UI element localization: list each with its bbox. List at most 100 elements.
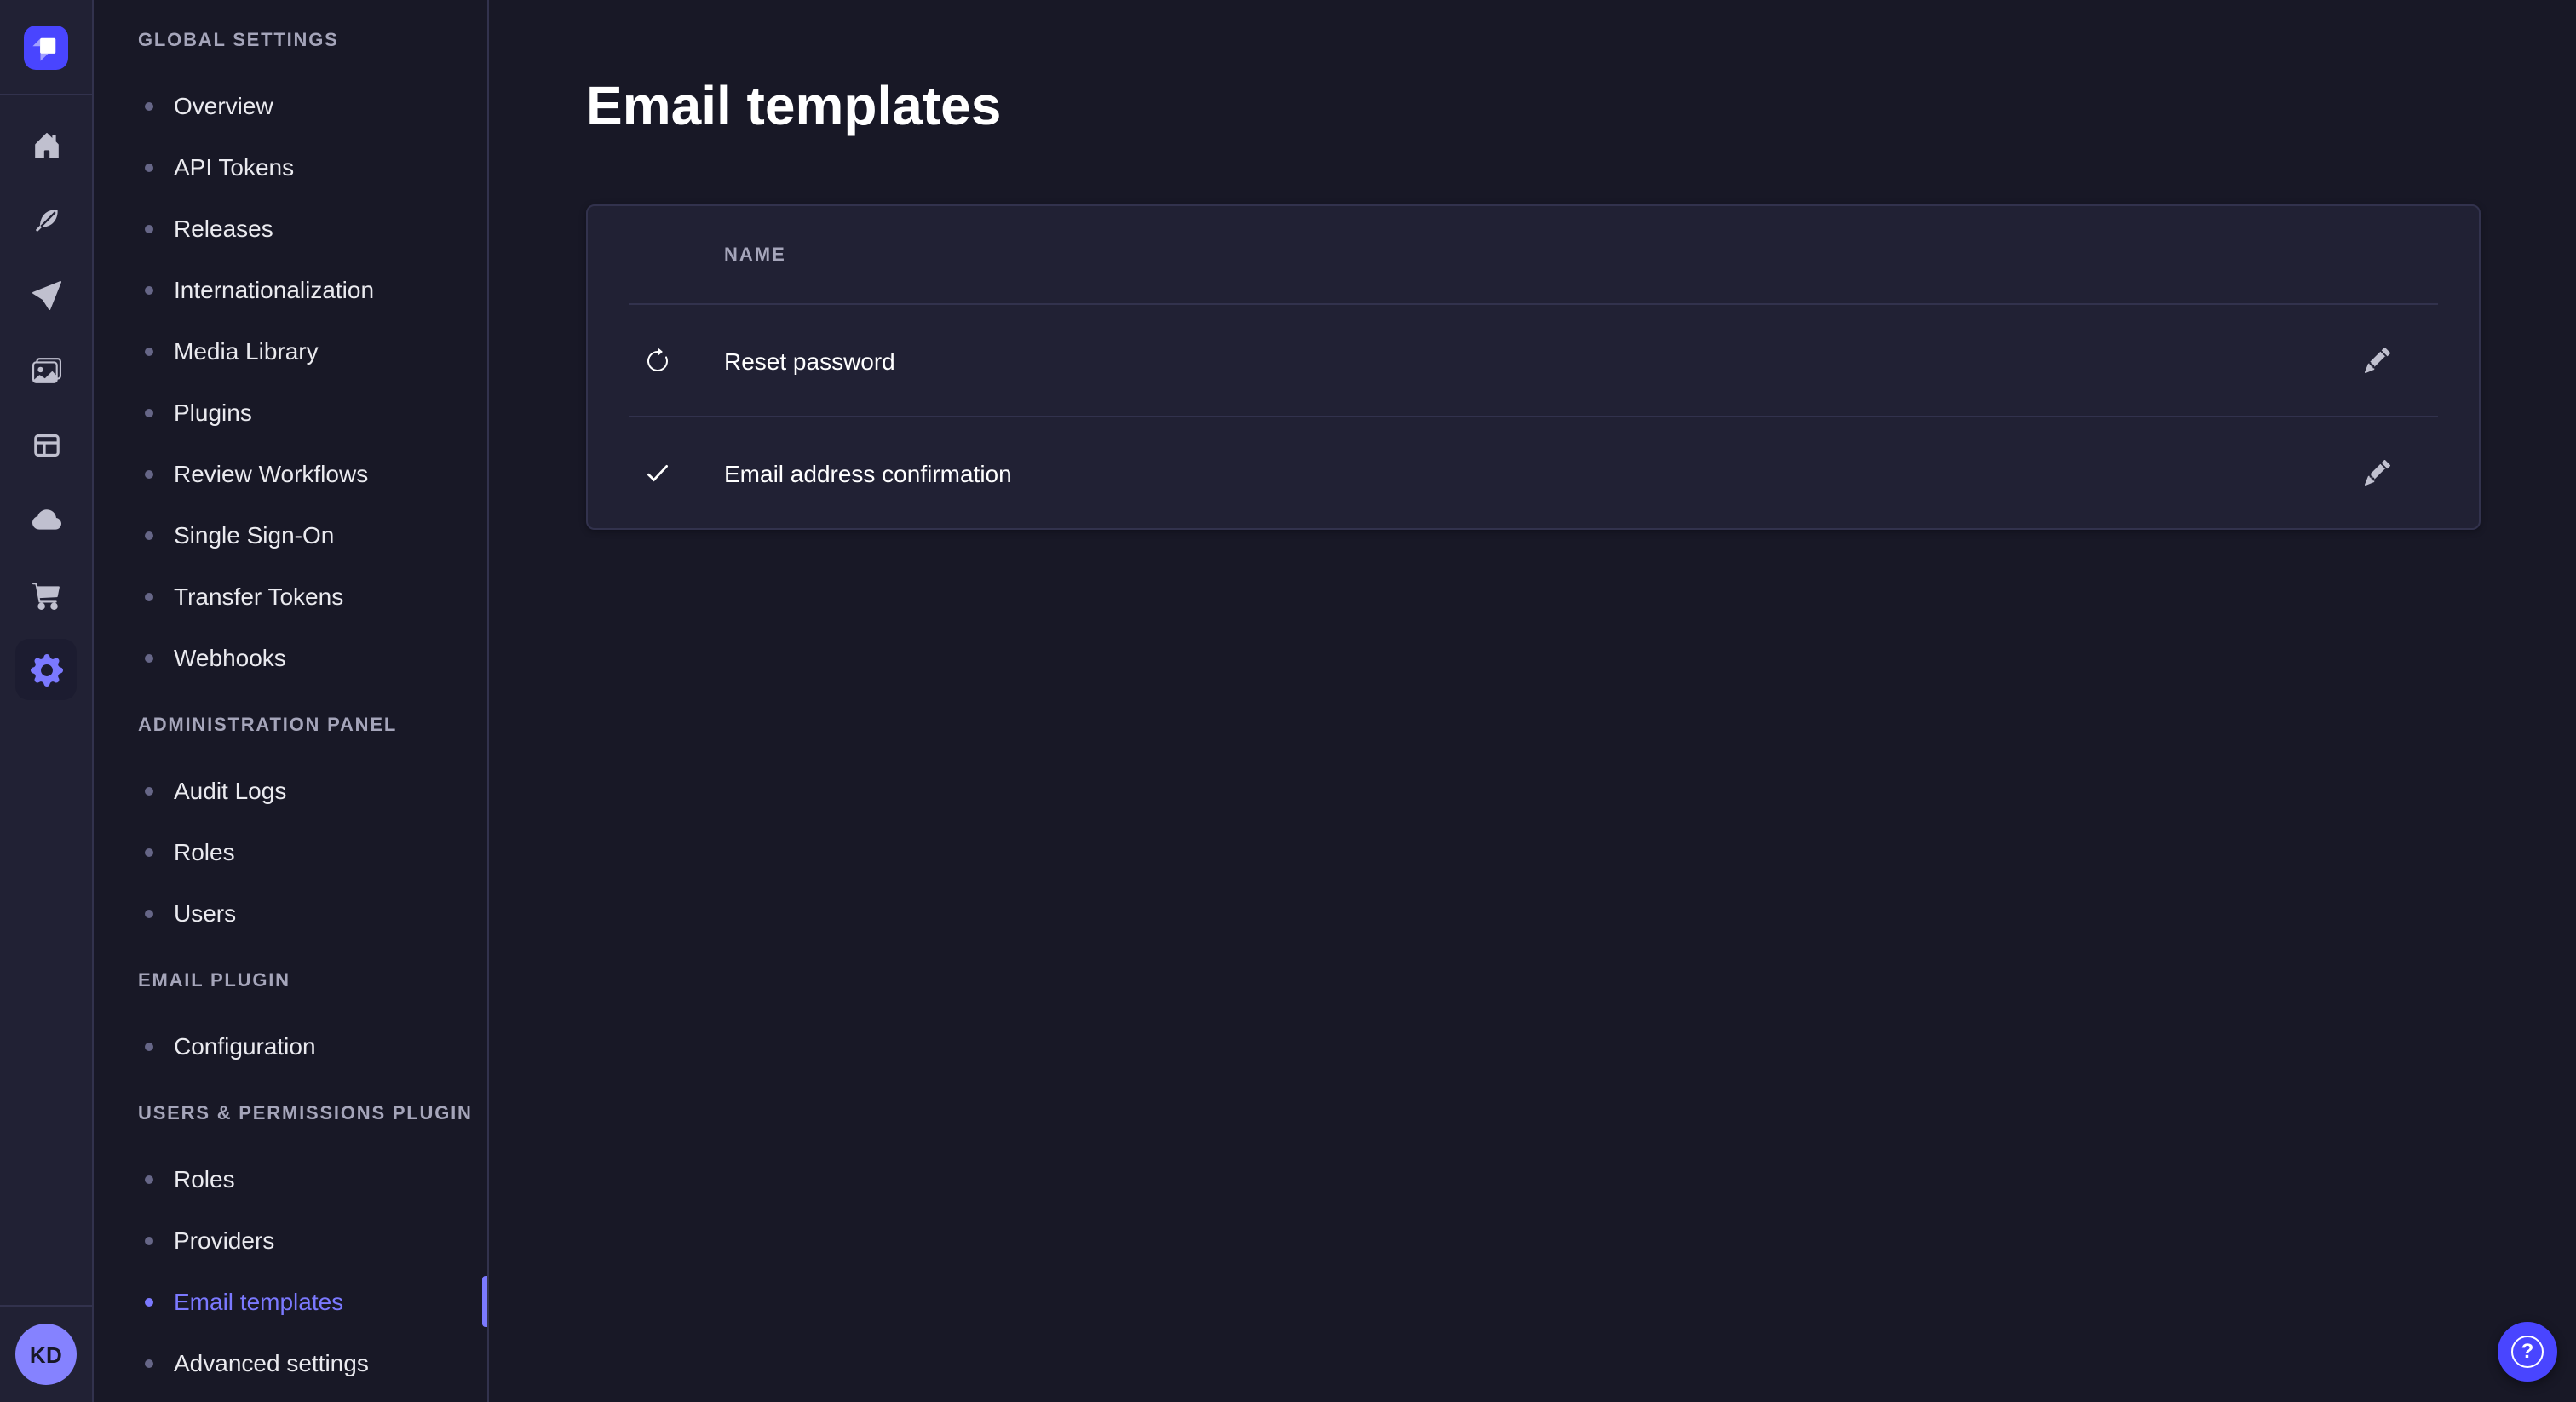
subnav-item-label: Releases bbox=[174, 215, 273, 242]
edit-template-button[interactable] bbox=[2349, 333, 2404, 388]
user-avatar[interactable]: KD bbox=[15, 1324, 77, 1385]
subnav-item-label: Plugins bbox=[174, 399, 252, 426]
pencil-icon bbox=[2364, 348, 2389, 373]
bullet-icon bbox=[145, 848, 153, 856]
subnav-item-media-library[interactable]: Media Library bbox=[94, 320, 487, 382]
subnav-item-users[interactable]: Users bbox=[94, 882, 487, 944]
bullet-icon bbox=[145, 285, 153, 294]
bullet-icon bbox=[145, 224, 153, 233]
subnav-item-label: Roles bbox=[174, 838, 235, 865]
subnav-section-title: GLOBAL SETTINGS bbox=[94, 7, 487, 75]
nav-deployments-button[interactable] bbox=[15, 489, 77, 550]
layout-icon bbox=[32, 430, 60, 459]
subnav-item-label: Transfer Tokens bbox=[174, 583, 343, 610]
email-templates-table: NAME Reset password Email address confirm… bbox=[586, 204, 2481, 530]
table-header-row: NAME bbox=[588, 206, 2479, 303]
nav-media-library-button[interactable] bbox=[15, 339, 77, 400]
bullet-icon bbox=[145, 1297, 153, 1306]
subnav-item-label: Users bbox=[174, 899, 236, 927]
subnav-section-title: EMAIL PLUGIN bbox=[94, 947, 487, 1015]
subnav-item-providers[interactable]: Providers bbox=[94, 1210, 487, 1271]
settings-subnav: GLOBAL SETTINGS Overview API Tokens Release… bbox=[94, 0, 489, 1402]
nav-home-button[interactable] bbox=[15, 114, 77, 175]
table-row[interactable]: Email address confirmation bbox=[588, 417, 2479, 528]
pictures-icon bbox=[32, 355, 60, 384]
subnav-section: GLOBAL SETTINGS Overview API Tokens Release… bbox=[94, 7, 487, 688]
subnav-item-email-templates[interactable]: Email templates bbox=[94, 1271, 487, 1332]
template-name: Reset password bbox=[724, 347, 2349, 374]
subnav-item-label: Providers bbox=[174, 1227, 274, 1254]
question-mark-icon: ? bbox=[2511, 1336, 2544, 1368]
subnav-item-label: Media Library bbox=[174, 337, 319, 365]
subnav-item-roles[interactable]: Roles bbox=[94, 1148, 487, 1210]
strapi-admin-app: KD GLOBAL SETTINGS Overview API Tokens Rele… bbox=[0, 0, 2576, 1402]
subnav-item-configuration[interactable]: Configuration bbox=[94, 1015, 487, 1077]
column-header-name: NAME bbox=[724, 244, 786, 265]
rail-icon-nav bbox=[0, 95, 92, 714]
subnav-item-audit-logs[interactable]: Audit Logs bbox=[94, 760, 487, 821]
subnav-item-label: Configuration bbox=[174, 1032, 316, 1060]
subnav-section-title: USERS & PERMISSIONS PLUGIN bbox=[94, 1080, 487, 1148]
bullet-icon bbox=[145, 101, 153, 110]
subnav-section-title: ADMINISTRATION PANEL bbox=[94, 692, 487, 760]
bullet-icon bbox=[145, 786, 153, 795]
subnav-item-roles[interactable]: Roles bbox=[94, 821, 487, 882]
subnav-item-label: Single Sign-On bbox=[174, 521, 334, 549]
subnav-item-label: Webhooks bbox=[174, 644, 286, 671]
subnav-item-label: Audit Logs bbox=[174, 777, 286, 804]
page-title: Email templates bbox=[586, 72, 2576, 140]
rail-footer: KD bbox=[0, 1305, 92, 1402]
subnav-item-label: Email templates bbox=[174, 1288, 343, 1315]
subnav-item-internationalization[interactable]: Internationalization bbox=[94, 259, 487, 320]
subnav-item-label: Overview bbox=[174, 92, 273, 119]
subnav-item-transfer-tokens[interactable]: Transfer Tokens bbox=[94, 566, 487, 627]
subnav-item-label: API Tokens bbox=[174, 153, 294, 181]
bullet-icon bbox=[145, 1042, 153, 1050]
bullet-icon bbox=[145, 163, 153, 171]
nav-content-type-builder-button[interactable] bbox=[15, 189, 77, 250]
arrow-clockwise-icon bbox=[643, 347, 670, 374]
strapi-logo-icon bbox=[24, 25, 68, 69]
subnav-item-overview[interactable]: Overview bbox=[94, 75, 487, 136]
subnav-item-webhooks[interactable]: Webhooks bbox=[94, 627, 487, 688]
table-row[interactable]: Reset password bbox=[588, 305, 2479, 416]
subnav-item-api-tokens[interactable]: API Tokens bbox=[94, 136, 487, 198]
nav-settings-button[interactable] bbox=[15, 639, 77, 700]
feather-icon bbox=[32, 205, 60, 234]
nav-content-manager-button[interactable] bbox=[15, 414, 77, 475]
bullet-icon bbox=[145, 531, 153, 539]
help-button[interactable]: ? bbox=[2498, 1322, 2557, 1382]
check-icon bbox=[643, 459, 670, 486]
workspace-button[interactable] bbox=[0, 0, 92, 95]
bullet-icon bbox=[145, 408, 153, 417]
bullet-icon bbox=[145, 469, 153, 478]
template-name: Email address confirmation bbox=[724, 459, 2349, 486]
edit-template-button[interactable] bbox=[2349, 445, 2404, 500]
bullet-icon bbox=[145, 1359, 153, 1367]
main-nav-rail: KD bbox=[0, 0, 94, 1402]
subnav-section: USERS & PERMISSIONS PLUGIN Roles Providers… bbox=[94, 1080, 487, 1393]
cart-icon bbox=[32, 580, 60, 609]
bullet-icon bbox=[145, 1236, 153, 1244]
subnav-item-advanced-settings[interactable]: Advanced settings bbox=[94, 1332, 487, 1393]
subnav-item-label: Advanced settings bbox=[174, 1349, 369, 1376]
subnav-item-review-workflows[interactable]: Review Workflows bbox=[94, 443, 487, 504]
subnav-item-releases[interactable]: Releases bbox=[94, 198, 487, 259]
bullet-icon bbox=[145, 592, 153, 600]
home-icon bbox=[32, 130, 60, 159]
gear-icon bbox=[30, 653, 62, 686]
bullet-icon bbox=[145, 909, 153, 917]
subnav-item-label: Roles bbox=[174, 1165, 235, 1192]
nav-releases-button[interactable] bbox=[15, 264, 77, 325]
subnav-item-label: Review Workflows bbox=[174, 460, 368, 487]
nav-marketplace-button[interactable] bbox=[15, 564, 77, 625]
subnav-item-plugins[interactable]: Plugins bbox=[94, 382, 487, 443]
cloud-icon bbox=[32, 505, 60, 534]
bullet-icon bbox=[145, 653, 153, 662]
bullet-icon bbox=[145, 1175, 153, 1183]
subnav-section: ADMINISTRATION PANEL Audit Logs Roles Users bbox=[94, 692, 487, 944]
subnav-item-label: Internationalization bbox=[174, 276, 374, 303]
bullet-icon bbox=[145, 347, 153, 355]
subnav-item-single-sign-on[interactable]: Single Sign-On bbox=[94, 504, 487, 566]
pencil-icon bbox=[2364, 460, 2389, 486]
